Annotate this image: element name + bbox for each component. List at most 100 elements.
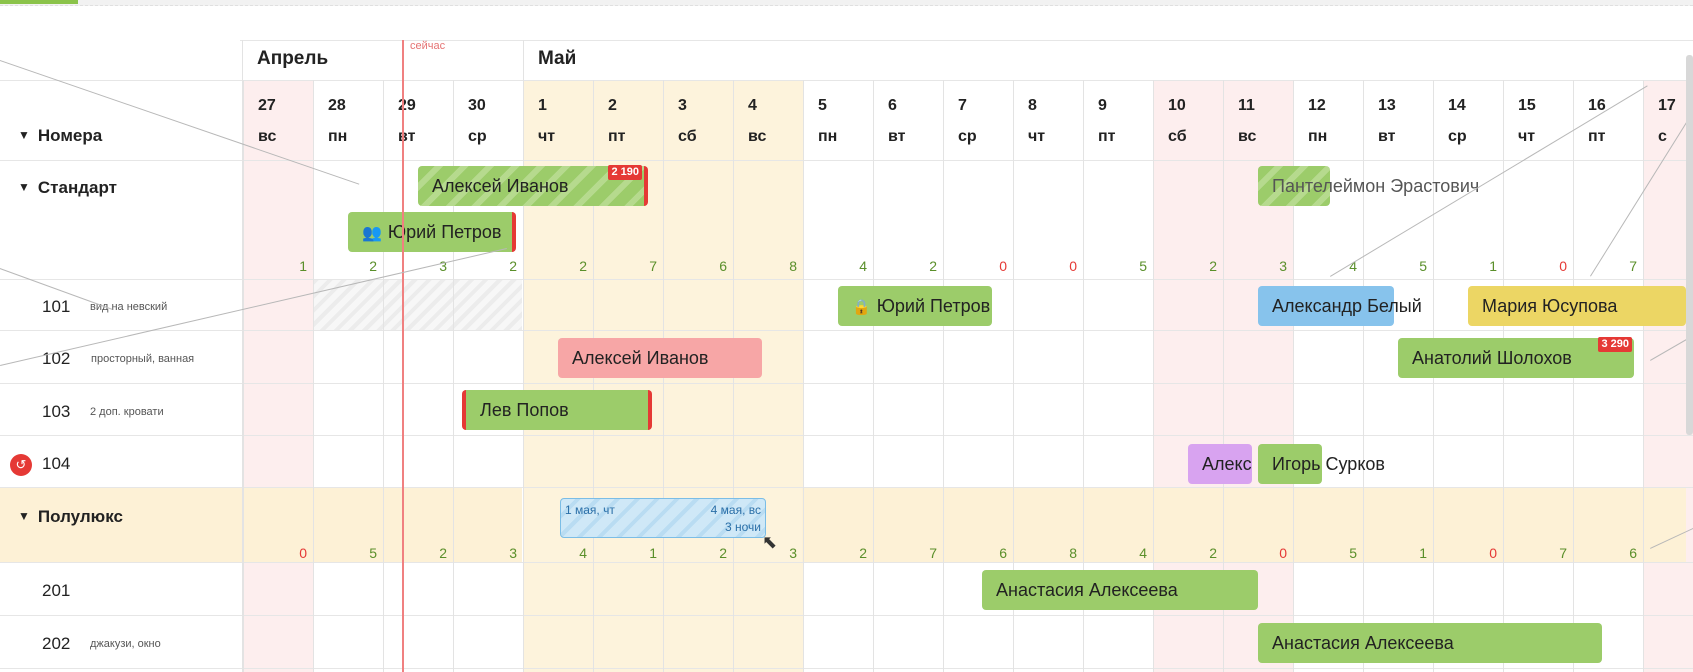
selection-end: 4 мая, вс <box>710 503 761 517</box>
month-label-may: Май <box>538 48 577 69</box>
availability-count: 1 <box>1419 545 1427 561</box>
booking-bar[interactable]: Алексей Иванов 2 190 <box>418 165 648 206</box>
availability-count: 5 <box>1139 258 1147 274</box>
grid-line <box>383 80 384 672</box>
booking-calendar: Апрель Май 27 вс 28 пн 29 вт 30 ср 1 чт 2 пт 3 сб 4 вс 5… <box>0 0 1693 672</box>
booking-bar[interactable]: Пантелеймон Эрастович <box>1258 166 1479 206</box>
selection-nights: 3 ночи <box>725 520 761 534</box>
vertical-scrollbar[interactable] <box>1686 55 1693 435</box>
room-number[interactable]: 201 <box>42 581 70 601</box>
price-badge: 3 290 <box>1598 337 1632 352</box>
availability-count: 6 <box>719 258 727 274</box>
booking-bar[interactable]: Анатолий Шолохов 3 290 <box>1398 337 1634 378</box>
booking-bar[interactable]: Алексей Иванов <box>558 338 762 378</box>
room-desc: джакузи, окно <box>90 638 161 650</box>
guest-name: Алексей Иванов <box>432 176 569 196</box>
day-weekday: ср <box>958 128 977 145</box>
day-number: 11 <box>1238 97 1255 114</box>
day-weekday: вс <box>748 128 767 145</box>
rooms-header-label: Номера <box>37 126 103 145</box>
booking-bar[interactable]: Александр Белый <box>1258 286 1422 326</box>
grid-line <box>1363 80 1364 672</box>
booking-bar[interactable]: Анастасия Алексеева <box>1258 623 1602 663</box>
day-weekday: чт <box>538 128 556 145</box>
availability-count: 0 <box>1279 545 1287 561</box>
booking-bar[interactable]: Игорь Сурков <box>1258 444 1385 484</box>
day-number: 30 <box>468 97 486 114</box>
guest-name: Анастасия Алексеева <box>1272 633 1454 653</box>
day-number: 28 <box>328 97 346 114</box>
day-number: 27 <box>258 97 276 114</box>
blocked-cells <box>313 280 522 330</box>
room-number[interactable]: 202 <box>42 634 70 654</box>
booking-bar[interactable]: Алекс <box>1188 444 1252 484</box>
room-number[interactable]: 104 <box>42 454 70 474</box>
day-weekday: сб <box>1168 128 1187 145</box>
grid-line <box>243 80 244 672</box>
group-standard[interactable]: ▼ Стандарт <box>18 178 117 198</box>
availability-count: 2 <box>859 545 867 561</box>
availability-count: 4 <box>1349 258 1357 274</box>
availability-count: 5 <box>369 545 377 561</box>
availability-count: 0 <box>999 258 1007 274</box>
guest-name: Мария Юсупова <box>1482 296 1618 316</box>
day-weekday: вс <box>1238 128 1257 145</box>
availability-count: 0 <box>1559 258 1567 274</box>
divider <box>240 40 1693 41</box>
day-weekday: сб <box>678 128 697 145</box>
booking-bar[interactable]: 👥 Юрий Петров <box>348 212 516 252</box>
day-number: 12 <box>1308 97 1326 114</box>
day-number: 10 <box>1168 97 1186 114</box>
collapse-triangle-icon[interactable]: ▼ <box>18 180 30 194</box>
divider <box>0 383 1693 384</box>
availability-count: 4 <box>579 545 587 561</box>
dirty-room-icon[interactable]: ↺ <box>10 454 32 476</box>
day-weekday: пн <box>328 128 348 145</box>
guest-name: Алекс <box>1202 454 1252 474</box>
availability-count: 1 <box>1489 258 1497 274</box>
availability-count: 0 <box>299 545 307 561</box>
collapse-triangle-icon[interactable]: ▼ <box>18 128 30 142</box>
day-weekday: пт <box>1098 128 1116 145</box>
guest-name: Игорь Сурков <box>1272 454 1385 474</box>
availability-count: 6 <box>999 545 1007 561</box>
day-weekday: чт <box>1028 128 1046 145</box>
availability-count: 7 <box>1629 258 1637 274</box>
day-weekday: пн <box>818 128 838 145</box>
cursor-icon: ⬉ <box>762 532 778 552</box>
divider <box>0 279 1693 280</box>
day-number: 3 <box>678 97 687 114</box>
guest-name: Алексей Иванов <box>572 348 709 368</box>
booking-bar[interactable]: Лев Попов <box>462 390 652 430</box>
availability-count: 5 <box>1349 545 1357 561</box>
day-column-bg <box>243 80 313 672</box>
availability-count: 4 <box>859 258 867 274</box>
day-weekday: пн <box>1308 128 1328 145</box>
booking-bar[interactable]: Анастасия Алексеева <box>982 570 1258 610</box>
room-number[interactable]: 101 <box>42 297 70 317</box>
availability-count: 2 <box>579 258 587 274</box>
rooms-header[interactable]: ▼ Номера <box>18 126 102 146</box>
date-selection[interactable]: 1 мая, чт 4 мая, вс 3 ночи <box>560 498 766 538</box>
day-weekday: вт <box>398 128 416 145</box>
divider <box>0 330 1693 331</box>
collapse-triangle-icon[interactable]: ▼ <box>18 509 30 523</box>
lock-icon: 🔒 <box>852 299 871 316</box>
availability-count: 3 <box>509 545 517 561</box>
availability-count: 6 <box>1629 545 1637 561</box>
day-number: 9 <box>1098 97 1107 114</box>
divider <box>0 615 1693 616</box>
availability-count: 0 <box>1489 545 1497 561</box>
booking-bar[interactable]: 🔒 Юрий Петров <box>838 286 992 326</box>
availability-count: 4 <box>1139 545 1147 561</box>
group-name: Полулюкс <box>37 507 123 526</box>
room-desc: 2 доп. кровати <box>90 406 164 418</box>
grid-line <box>803 80 804 672</box>
group-polulux[interactable]: ▼ Полулюкс <box>18 507 123 527</box>
guest-name: Александр Белый <box>1272 296 1422 316</box>
room-number[interactable]: 103 <box>42 402 70 422</box>
month-label-april: Апрель <box>257 48 329 69</box>
booking-bar[interactable]: Мария Юсупова <box>1468 286 1686 326</box>
day-weekday: ср <box>1448 128 1467 145</box>
day-number: 4 <box>748 97 757 114</box>
